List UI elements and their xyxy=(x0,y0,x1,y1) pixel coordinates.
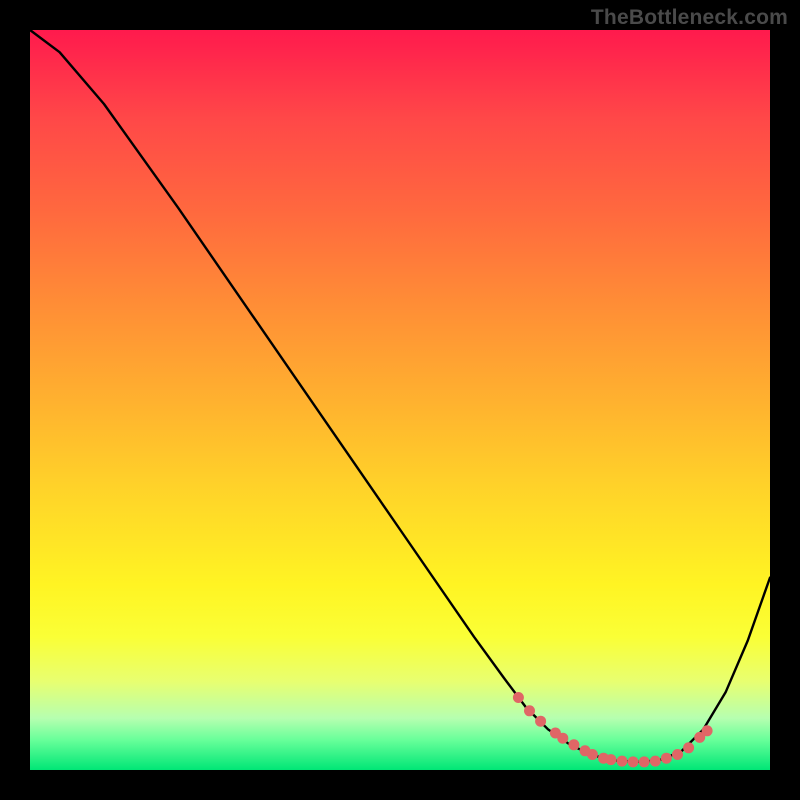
highlight-dot xyxy=(535,716,546,727)
highlight-dot xyxy=(683,742,694,753)
highlight-dot xyxy=(628,756,639,767)
highlight-dot xyxy=(672,749,683,760)
highlight-dot xyxy=(557,733,568,744)
highlight-dot xyxy=(639,756,650,767)
highlight-dot xyxy=(524,705,535,716)
bottleneck-curve xyxy=(30,30,770,762)
highlight-dot xyxy=(587,749,598,760)
highlight-dot xyxy=(568,739,579,750)
highlight-dot xyxy=(650,756,661,767)
highlight-dot xyxy=(605,754,616,765)
highlight-dots xyxy=(513,692,713,767)
highlight-dot xyxy=(661,753,672,764)
plot-area xyxy=(30,30,770,770)
highlight-dot xyxy=(513,692,524,703)
chart-svg xyxy=(30,30,770,770)
watermark-text: TheBottleneck.com xyxy=(591,6,788,30)
highlight-dot xyxy=(702,725,713,736)
highlight-dot xyxy=(617,756,628,767)
